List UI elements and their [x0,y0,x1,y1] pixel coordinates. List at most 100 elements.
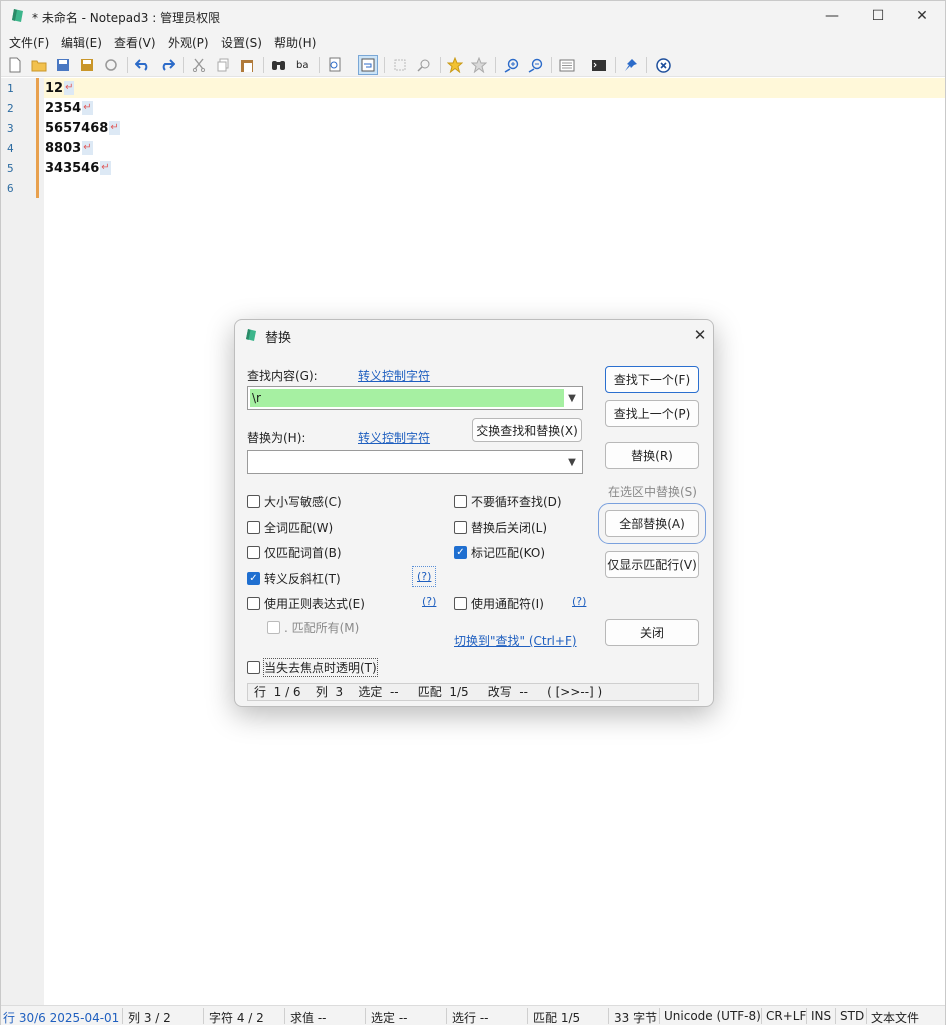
chevron-down-icon[interactable]: ▼ [565,390,579,406]
check-icon: ✓ [454,546,467,559]
checkbox-box [247,521,260,534]
revert-icon[interactable] [101,55,121,75]
toolbar: ba [1,53,945,77]
dot-all-checkbox[interactable]: . 匹配所有(M) [267,619,359,636]
menu-view[interactable]: 查看(V) [114,34,156,51]
replace-escape-link[interactable]: 转义控制字符 [358,429,430,446]
checkbox-box [454,495,467,508]
find-icon[interactable] [269,55,289,75]
escape-help-link[interactable]: (?) [411,566,437,587]
checkbox-box [247,495,260,508]
dialog-close-button[interactable]: ✕ [690,325,710,345]
undo-icon[interactable] [133,55,153,75]
cut-icon[interactable] [189,55,209,75]
match-case-checkbox[interactable]: 大小写敏感(C) [247,493,342,510]
zoom-find-icon[interactable] [325,55,345,75]
menu-file[interactable]: 文件(F) [9,34,49,51]
editor-line[interactable]: 2354 ↵ [45,98,93,118]
copy-icon[interactable] [213,55,233,75]
eol-marker: ↵ [82,141,93,155]
console-icon[interactable] [589,55,609,75]
status-encoding[interactable]: Unicode (UTF-8) [664,1009,761,1023]
find-prev-button[interactable]: 查找上一个(P) [605,400,699,427]
editor-line[interactable]: 8803 ↵ [45,138,93,158]
pin-icon[interactable] [621,55,641,75]
find-escape-link[interactable]: 转义控制字符 [358,367,430,384]
menu-edit[interactable]: 编辑(E) [61,34,102,51]
search-in-files-icon[interactable] [414,55,434,75]
eol-marker: ↵ [82,101,93,115]
editor-line[interactable]: 343546 ↵ [45,158,111,178]
status-selected-lines[interactable]: 选行 -- [452,1009,488,1026]
close-window-button[interactable]: ✕ [899,1,945,31]
eol-marker: ↵ [100,161,111,175]
escape-backslash-checkbox[interactable]: ✓ 转义反斜杠(T) [247,570,341,587]
status-column[interactable]: 列 3 / 2 [128,1009,171,1026]
close-after-replace-checkbox[interactable]: 替换后关闭(L) [454,519,547,536]
show-matching-lines-button[interactable]: 仅显示匹配行(V) [605,551,699,578]
wildcards-checkbox[interactable]: 使用通配符(I) [454,595,544,612]
exit-icon[interactable] [653,55,673,75]
minimize-button[interactable]: — [809,1,855,31]
editor-line[interactable]: 5657468 ↵ [45,118,120,138]
find-next-button[interactable]: 查找下一个(F) [605,366,699,393]
eol-marker: ↵ [64,81,75,95]
regex-checkbox[interactable]: 使用正则表达式(E) [247,595,365,612]
change-history-bar [36,78,39,198]
find-combobox[interactable]: \r ▼ [247,386,583,410]
open-folder-icon[interactable] [29,55,49,75]
favorite-icon[interactable] [469,55,489,75]
save-icon[interactable] [53,55,73,75]
wildcard-help-link[interactable]: (?) [572,595,586,608]
maximize-button[interactable]: ☐ [855,1,901,31]
replace-all-button[interactable]: 全部替换(A) [598,503,706,544]
no-wrap-checkbox[interactable]: 不要循环查找(D) [454,493,562,510]
editor-line[interactable]: 12 ↵ [45,78,75,98]
zoom-in-icon[interactable] [501,55,521,75]
favorite-add-icon[interactable] [445,55,465,75]
checkbox-box [454,521,467,534]
word-start-checkbox[interactable]: 仅匹配词首(B) [247,544,342,561]
replace-input[interactable] [250,453,564,471]
status-eol[interactable]: CR+LF [766,1009,806,1023]
status-lexer[interactable]: 文本文件 [871,1009,919,1026]
status-bytes[interactable]: 33 字节 [614,1009,657,1026]
title-bar[interactable]: * 未命名 - Notepad3 : 管理员权限 — ☐ ✕ [1,1,945,31]
replace-combobox[interactable]: ▼ [247,450,583,474]
menu-settings[interactable]: 设置(S) [221,34,262,51]
save-as-icon[interactable] [77,55,97,75]
status-position[interactable]: 行 30/6 2025-04-01 [3,1009,119,1026]
status-ins[interactable]: INS [811,1009,831,1023]
status-std[interactable]: STD [840,1009,864,1023]
replace-icon[interactable]: ba [293,55,313,75]
dialog-title: 替换 [265,331,292,346]
status-sum[interactable]: 求值 -- [290,1009,326,1026]
mark-matches-checkbox[interactable]: ✓ 标记匹配(KO) [454,544,545,561]
status-selection[interactable]: 选定 -- [371,1009,407,1026]
find-input[interactable]: \r [250,389,564,407]
chevron-down-icon[interactable]: ▼ [565,454,579,470]
regex-help-link[interactable]: (?) [422,595,436,608]
word-wrap-icon[interactable] [358,55,378,75]
swap-button[interactable]: 交换查找和替换(X) [472,418,582,442]
replace-in-selection-button[interactable]: 在选区中替换(S) [608,483,697,500]
new-file-icon[interactable] [5,55,25,75]
zoom-out-icon[interactable] [525,55,545,75]
view-lines-icon[interactable] [557,55,577,75]
status-chars[interactable]: 字符 4 / 2 [209,1009,264,1026]
line-number-gutter[interactable]: 1 2 3 4 5 6 [1,78,44,1005]
redo-icon[interactable] [157,55,177,75]
paste-icon[interactable] [237,55,257,75]
switch-to-find-link[interactable]: 切换到"查找" (Ctrl+F) [454,632,577,649]
line-number: 3 [7,122,14,135]
checkbox-box [247,661,260,674]
status-matches[interactable]: 匹配 1/5 [533,1009,580,1026]
transparent-checkbox[interactable]: 当失去焦点时透明(T) [247,658,378,677]
find-label: 查找内容(G): [247,369,318,383]
close-button[interactable]: 关闭 [605,619,699,646]
replace-button[interactable]: 替换(R) [605,442,699,469]
whole-word-checkbox[interactable]: 全词匹配(W) [247,519,333,536]
menu-appearance[interactable]: 外观(P) [168,34,209,51]
menu-help[interactable]: 帮助(H) [274,34,316,51]
goto-icon[interactable] [390,55,410,75]
